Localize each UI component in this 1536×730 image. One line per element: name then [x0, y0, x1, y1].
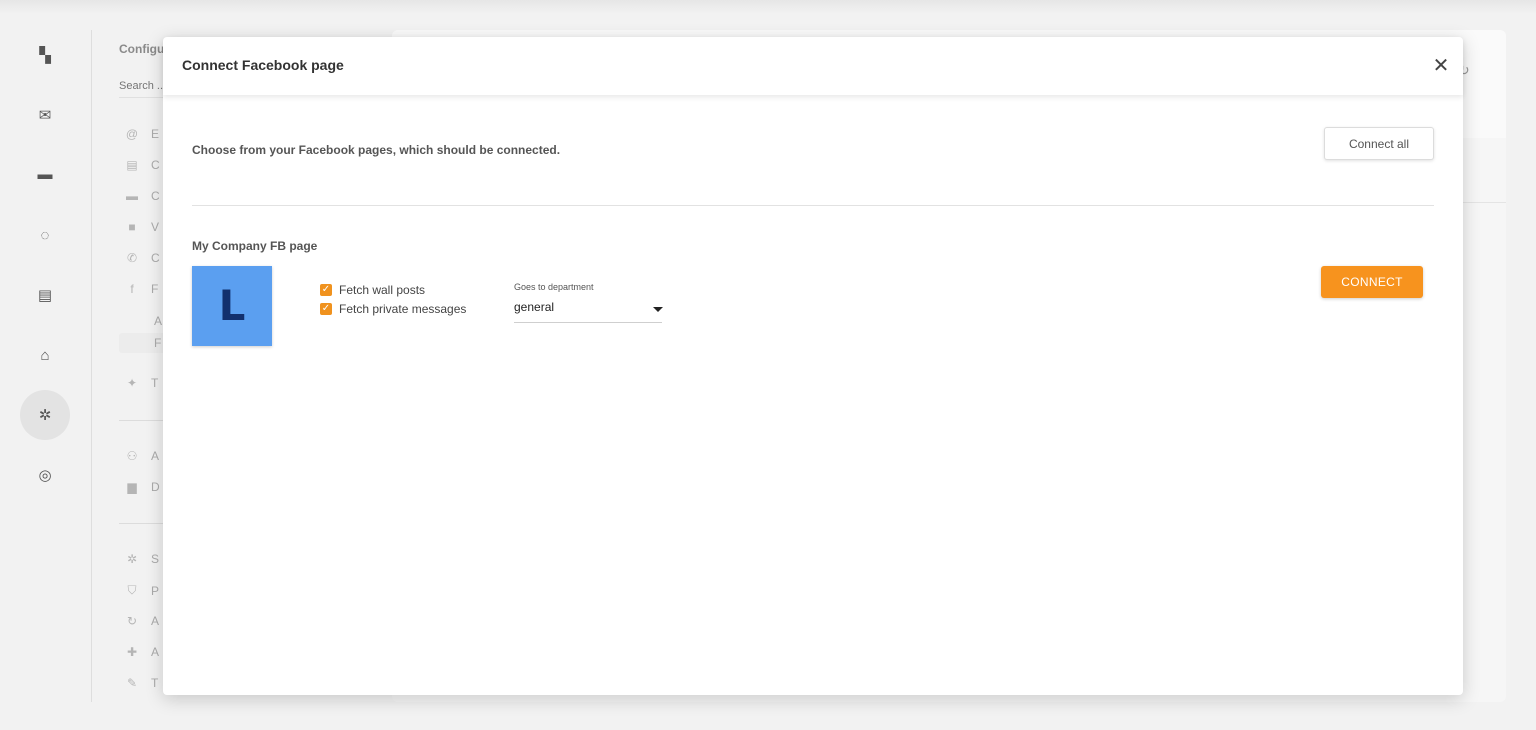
connect-all-button[interactable]: Connect all — [1324, 127, 1434, 160]
facebook-page-logo: L — [192, 266, 272, 346]
config-item-facebook[interactable]: fF — [125, 282, 158, 296]
at-icon: @ — [125, 127, 139, 141]
phone-icon: ✆ — [126, 251, 138, 265]
connect-facebook-page-modal: Connect Facebook page ✕ Choose from your… — [163, 37, 1463, 695]
tasks-icon[interactable]: ◎ — [20, 450, 70, 500]
fetch-wall-posts-label: Fetch wall posts — [339, 283, 426, 297]
people-icon: ⚇ — [126, 449, 138, 463]
modal-header: Connect Facebook page ✕ — [163, 37, 1463, 95]
config-item-automation[interactable]: ↻ A — [125, 614, 159, 628]
left-rail: ▚ ✉ ▬ ◌ ▤ ⌂ ✲ ◎ — [0, 0, 92, 730]
config-item-video[interactable]: ■ V — [125, 220, 159, 234]
chevron-down-icon — [653, 307, 663, 312]
shield-icon: ⛉ — [127, 583, 137, 597]
folder-icon: ▆ — [127, 480, 137, 494]
config-item-departments[interactable]: ▆ D — [125, 480, 159, 494]
department-select[interactable]: general — [514, 297, 663, 323]
background-card-divider — [1463, 202, 1506, 203]
config-item-privacy[interactable]: ⛉ P — [125, 583, 159, 598]
config-item-twitter[interactable]: ✦ T — [125, 376, 158, 390]
fetch-wall-posts-option[interactable]: ✓ Fetch wall posts — [320, 283, 425, 297]
settings-icon[interactable]: ✲ — [20, 390, 70, 440]
puzzle-icon: ✚ — [126, 645, 138, 659]
gear-icon: ✲ — [126, 552, 138, 566]
config-item-agents[interactable]: ⚇ A — [125, 449, 159, 463]
reports-icon[interactable]: ◌ — [20, 210, 70, 260]
config-item-chat[interactable]: ▬ C — [125, 189, 160, 203]
department-select-label: Goes to department — [514, 282, 594, 292]
form-icon: ▤ — [126, 158, 138, 172]
modal-divider — [192, 205, 1434, 206]
fetch-wall-posts-checkbox[interactable]: ✓ — [320, 284, 332, 296]
config-divider-2 — [119, 523, 169, 524]
config-item-contact-form[interactable]: ▤ C — [125, 158, 159, 172]
facebook-icon: f — [130, 282, 134, 296]
twitter-icon: ✦ — [126, 376, 138, 390]
config-item-call[interactable]: ✆ C — [125, 251, 160, 265]
facebook-page-name: My Company FB page — [192, 239, 318, 253]
config-divider — [119, 420, 169, 421]
fetch-private-messages-option[interactable]: ✓ Fetch private messages — [320, 302, 466, 316]
config-title: Configu — [119, 42, 165, 56]
chat-bubble-icon: ▬ — [126, 189, 138, 203]
top-shadow — [0, 0, 1536, 14]
config-sub-item-facebook-pages[interactable]: F — [154, 336, 161, 350]
config-item-email[interactable]: @ E — [125, 127, 159, 141]
mail-icon[interactable]: ✉ — [20, 90, 70, 140]
dashboard-icon[interactable]: ▚ — [20, 30, 70, 80]
video-icon: ■ — [128, 220, 136, 234]
wrench-icon: ✎ — [126, 676, 138, 690]
fetch-private-messages-checkbox[interactable]: ✓ — [320, 303, 332, 315]
department-select-value: general — [514, 300, 555, 314]
contacts-icon[interactable]: ▤ — [20, 270, 70, 320]
modal-intro-text: Choose from your Facebook pages, which s… — [192, 143, 561, 157]
config-item-system[interactable]: ✲ S — [125, 552, 159, 566]
close-icon[interactable]: ✕ — [1429, 54, 1453, 78]
knowledgebase-icon[interactable]: ⌂ — [20, 330, 70, 380]
connect-button[interactable]: CONNECT — [1321, 266, 1423, 298]
config-item-addons[interactable]: ✚ A — [125, 645, 159, 659]
chat-icon[interactable]: ▬ — [20, 149, 70, 199]
page-logo-letter: L — [218, 281, 246, 330]
refresh-icon: ↻ — [126, 614, 138, 628]
fetch-private-messages-label: Fetch private messages — [339, 302, 467, 316]
modal-title: Connect Facebook page — [182, 57, 344, 73]
config-item-tools[interactable]: ✎ T — [125, 676, 158, 690]
config-sub-item-accounts[interactable]: A — [154, 314, 162, 328]
